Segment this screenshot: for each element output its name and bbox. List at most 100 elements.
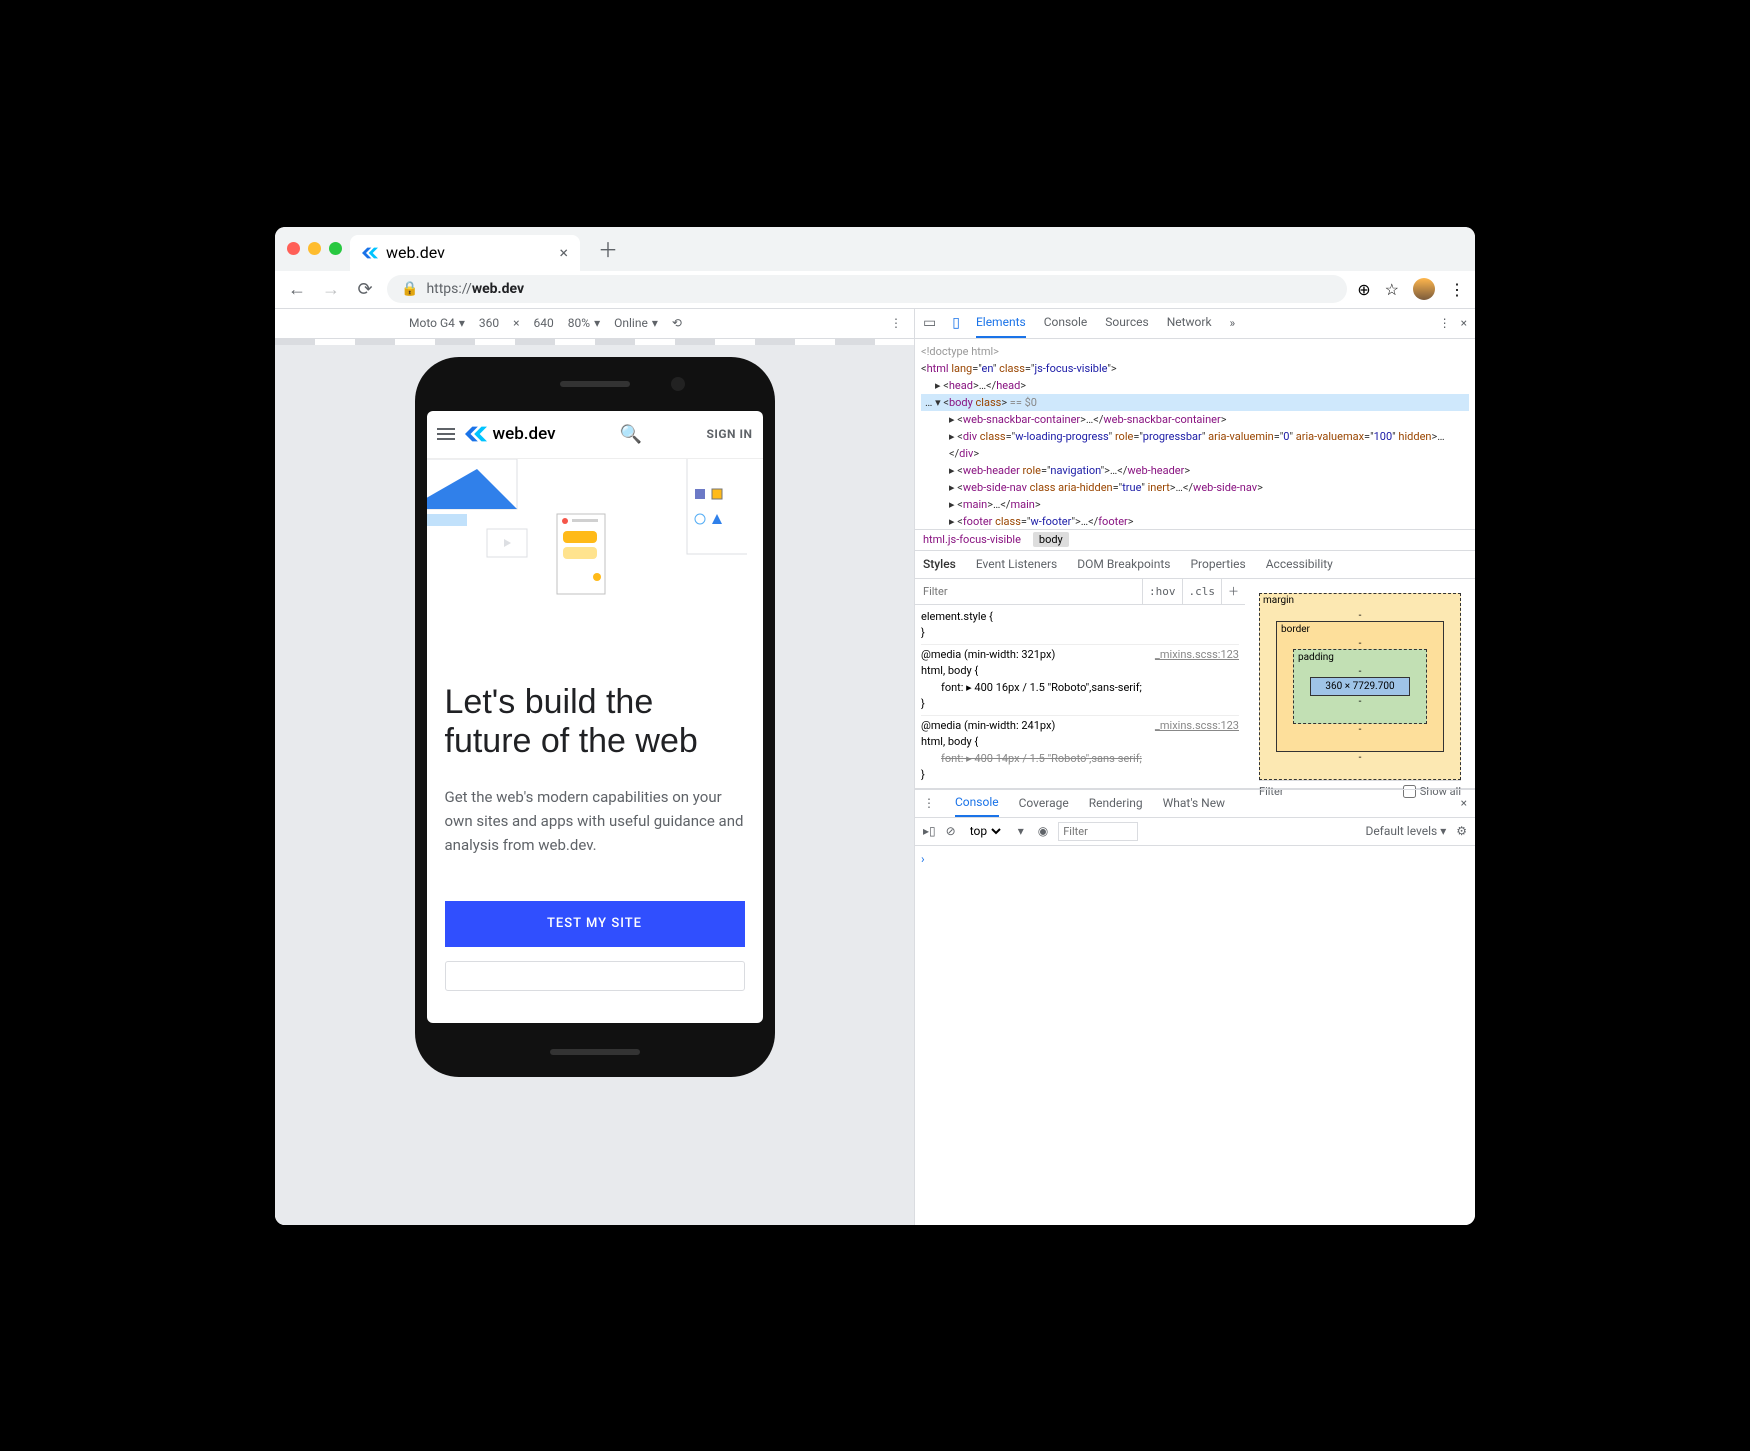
close-window-button[interactable] (287, 242, 300, 255)
device-more-icon[interactable]: ⋮ (890, 316, 902, 330)
tab-elements[interactable]: Elements (976, 309, 1026, 338)
dom-node[interactable]: ▸ <div class="w-loading-progress" role="… (921, 428, 1469, 462)
page-pane: Moto G4 ▾ 360 × 640 80% ▾ Online ▾ ⟲ ⋮ w… (275, 309, 915, 1225)
throttle-select[interactable]: Online ▾ (614, 316, 658, 330)
url-text: https://web.dev (426, 281, 524, 297)
clear-console-icon[interactable]: ⊘ (946, 824, 956, 838)
styles-tabs: Styles Event Listeners DOM Breakpoints P… (915, 551, 1475, 579)
device-toggle-icon[interactable]: ▯ (944, 315, 968, 331)
crumb-body[interactable]: body (1033, 532, 1069, 547)
window-controls (287, 242, 342, 255)
devtools-header: ▭ ▯ Elements Console Sources Network » ⋮… (915, 309, 1475, 339)
logo-icon (465, 426, 487, 442)
search-icon[interactable]: 🔍 (620, 424, 642, 445)
more-tabs-icon[interactable]: » (1230, 316, 1236, 330)
add-page-icon[interactable]: ⊕ (1357, 280, 1370, 299)
reload-button[interactable]: ⟳ (353, 277, 377, 301)
dropdown-icon: ▾ (652, 316, 658, 330)
crumb-html[interactable]: html.js-focus-visible (923, 533, 1021, 546)
dom-node[interactable]: ▸ <main>…</main> (921, 496, 1469, 513)
style-filter-input[interactable] (915, 585, 1142, 598)
dom-doctype: <!doctype html> (921, 343, 1469, 360)
minimize-window-button[interactable] (308, 242, 321, 255)
console-settings-icon[interactable]: ⚙ (1456, 824, 1467, 838)
back-button[interactable]: ← (285, 277, 309, 301)
forward-button[interactable]: → (319, 277, 343, 301)
context-select[interactable]: top (966, 823, 1004, 839)
devtools-close-icon[interactable]: × (1461, 316, 1467, 330)
console-body[interactable]: › (915, 846, 1475, 1225)
live-expression-icon[interactable]: ◉ (1038, 824, 1048, 838)
drawer-tab-coverage[interactable]: Coverage (1019, 796, 1069, 810)
star-icon[interactable]: ☆ (1385, 280, 1399, 299)
drawer-tab-rendering[interactable]: Rendering (1089, 796, 1143, 810)
source-link[interactable]: _mixins.scss:123 (1155, 718, 1239, 735)
titlebar: web.dev × ＋ (275, 227, 1475, 271)
style-rules[interactable]: element.style { } _mixins.scss:123 @medi… (915, 605, 1245, 788)
drawer-menu-icon[interactable]: ⋮ (923, 796, 935, 810)
dom-html[interactable]: <html lang="en" class="js-focus-visible"… (921, 360, 1469, 377)
signin-button[interactable]: SIGN IN (706, 427, 752, 441)
dom-head[interactable]: ▸ <head>…</head> (921, 377, 1469, 394)
new-tab-button[interactable]: ＋ (588, 234, 628, 263)
breadcrumb: html.js-focus-visible body (915, 529, 1475, 551)
browser-window: web.dev × ＋ ← → ⟳ 🔒 https://web.dev ⊕ ☆ … (275, 227, 1475, 1225)
prompt-icon: › (921, 852, 925, 866)
url-input[interactable]: 🔒 https://web.dev (387, 275, 1347, 303)
times-icon: × (513, 316, 519, 330)
drawer-tab-whatsnew[interactable]: What's New (1163, 796, 1225, 810)
cta-button[interactable]: TEST MY SITE (445, 901, 745, 947)
add-class-icon[interactable]: ＋ (1221, 579, 1245, 604)
cls-toggle[interactable]: .cls (1182, 579, 1222, 604)
kebab-menu-icon[interactable]: ⋮ (1449, 280, 1465, 299)
tab-network[interactable]: Network (1167, 309, 1212, 338)
device-height[interactable]: 640 (534, 316, 554, 330)
emulated-screen[interactable]: web.dev 🔍 SIGN IN Let's build th (427, 411, 763, 1023)
dom-node[interactable]: ▸ <web-snackbar-container>…</web-snackba… (921, 411, 1469, 428)
menu-icon[interactable] (437, 428, 455, 440)
drawer: ⋮ Console Coverage Rendering What's New … (915, 789, 1475, 1225)
subtab-event-listeners[interactable]: Event Listeners (976, 557, 1057, 571)
drawer-tab-console[interactable]: Console (955, 790, 999, 817)
console-filter-input[interactable] (1058, 822, 1138, 841)
subtab-styles[interactable]: Styles (923, 557, 956, 571)
dom-node[interactable]: ▸ <web-header role="navigation">…</web-h… (921, 462, 1469, 479)
device-width[interactable]: 360 (479, 316, 499, 330)
inspect-element-icon[interactable]: ▭ (915, 315, 944, 331)
browser-tab[interactable]: web.dev × (350, 235, 580, 271)
site-header: web.dev 🔍 SIGN IN (427, 411, 763, 459)
profile-avatar[interactable] (1413, 278, 1435, 300)
device-select[interactable]: Moto G4 ▾ (409, 316, 465, 330)
devtools-menu-icon[interactable]: ⋮ (1439, 316, 1451, 330)
hero-illustration (427, 459, 747, 629)
dom-node[interactable]: ▸ <web-side-nav class aria-hidden="true"… (921, 479, 1469, 496)
tab-sources[interactable]: Sources (1105, 309, 1148, 338)
hero-heading: Let's build the future of the web (445, 683, 745, 761)
hov-toggle[interactable]: :hov (1142, 579, 1182, 604)
hero-subtext: Get the web's modern capabilities on you… (445, 785, 745, 857)
box-content-size: 360 × 7729.700 (1310, 677, 1410, 696)
subtab-properties[interactable]: Properties (1190, 557, 1245, 571)
rule-element-style: element.style { (921, 609, 1239, 626)
subtab-dom-breakpoints[interactable]: DOM Breakpoints (1077, 557, 1170, 571)
dropdown-icon: ▾ (594, 316, 600, 330)
hero: Let's build the future of the web Get th… (427, 459, 763, 1023)
device-viewport: web.dev 🔍 SIGN IN Let's build th (275, 345, 914, 1225)
dom-body-selected[interactable]: … ▾ <body class> == $0 (921, 394, 1469, 411)
zoom-select[interactable]: 80% ▾ (568, 316, 600, 330)
close-tab-icon[interactable]: × (559, 243, 568, 262)
site-logo[interactable]: web.dev (465, 424, 556, 444)
console-sidebar-icon[interactable]: ▸▯ (923, 824, 936, 838)
tab-console[interactable]: Console (1044, 309, 1088, 338)
dom-node[interactable]: ▸ <footer class="w-footer">…</footer> (921, 513, 1469, 529)
rotate-icon[interactable]: ⟲ (672, 316, 682, 330)
drawer-close-icon[interactable]: × (1461, 796, 1467, 810)
source-link[interactable]: _mixins.scss:123 (1155, 647, 1239, 664)
maximize-window-button[interactable] (329, 242, 342, 255)
dom-tree[interactable]: <!doctype html> <html lang="en" class="j… (915, 339, 1475, 529)
tab-title: web.dev (386, 243, 445, 262)
device-toolbar: Moto G4 ▾ 360 × 640 80% ▾ Online ▾ ⟲ ⋮ (275, 309, 914, 339)
styles-panel: :hov .cls ＋ element.style { } _mixins.sc… (915, 579, 1245, 788)
subtab-accessibility[interactable]: Accessibility (1266, 557, 1333, 571)
log-levels-select[interactable]: Default levels ▾ (1365, 824, 1446, 838)
